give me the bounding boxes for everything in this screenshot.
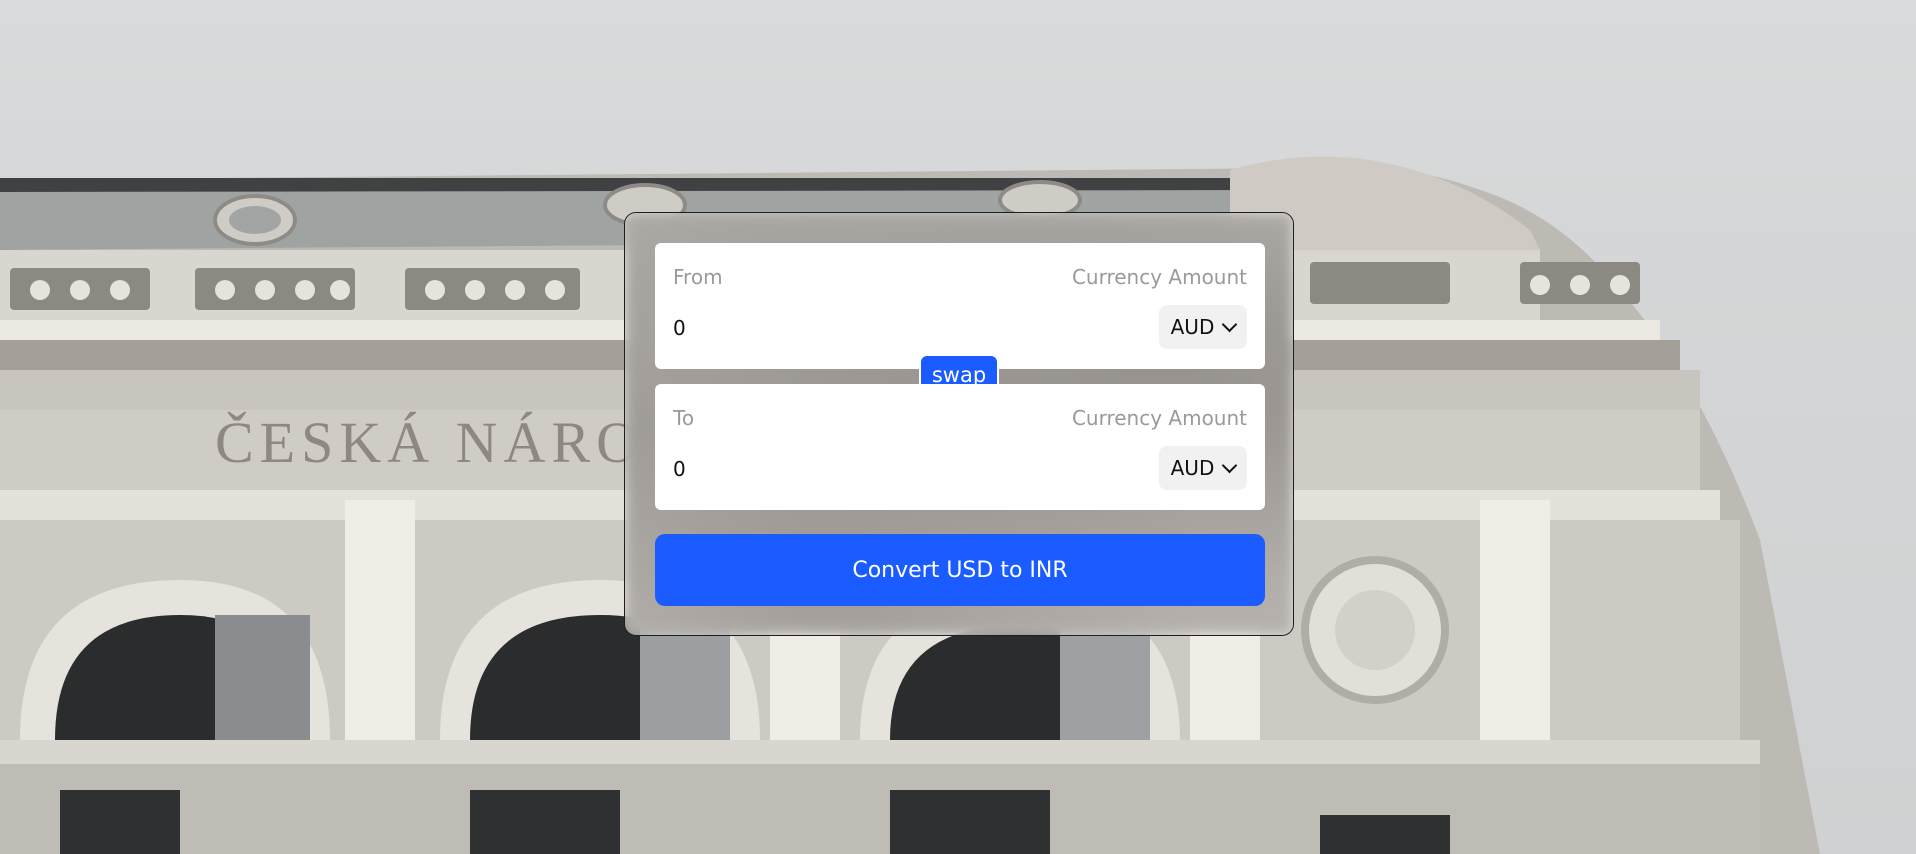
to-amount-label: Currency Amount <box>1071 406 1247 430</box>
from-currency-select[interactable]: AUD <box>1159 305 1247 349</box>
converter-card: From Currency Amount AUD swap To Currenc… <box>624 212 1294 636</box>
chevron-down-icon <box>1222 457 1238 474</box>
from-label: From <box>673 265 723 289</box>
facade-inscription: ČESKÁ NÁRO <box>215 410 644 475</box>
from-amount-label: Currency Amount <box>1071 265 1247 289</box>
from-amount-input[interactable] <box>673 313 993 343</box>
from-currency-value: AUD <box>1170 315 1215 339</box>
to-amount-input[interactable] <box>673 454 993 484</box>
convert-button[interactable]: Convert USD to INR <box>655 534 1265 606</box>
chevron-down-icon <box>1222 316 1238 333</box>
to-label: To <box>673 406 695 430</box>
from-panel: From Currency Amount AUD <box>655 243 1265 369</box>
to-currency-value: AUD <box>1170 456 1215 480</box>
to-panel: To Currency Amount AUD <box>655 384 1265 510</box>
to-currency-select[interactable]: AUD <box>1159 446 1247 490</box>
